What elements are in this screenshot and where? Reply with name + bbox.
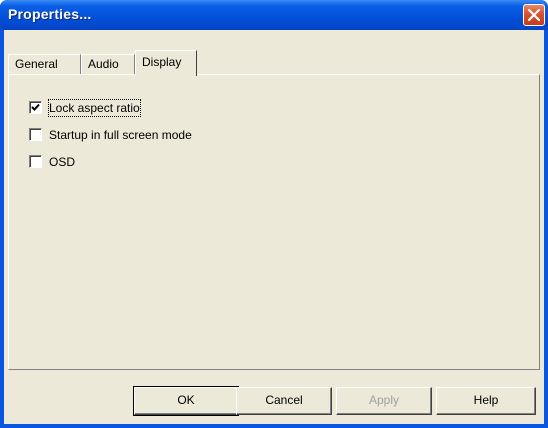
close-icon	[528, 9, 540, 21]
osd-checkbox[interactable]	[29, 155, 42, 168]
checkmark-icon	[31, 103, 40, 111]
tab-display[interactable]: Display	[135, 50, 197, 76]
help-button[interactable]: Help	[436, 387, 536, 415]
startup-full-screen-checkbox[interactable]	[29, 128, 42, 141]
lock-aspect-ratio-checkbox[interactable]	[29, 101, 42, 114]
startup-full-screen-label[interactable]: Startup in full screen mode	[49, 127, 192, 143]
apply-button[interactable]: Apply	[336, 387, 432, 415]
title-bar[interactable]: Properties...	[0, 0, 548, 30]
cancel-button[interactable]: Cancel	[236, 387, 332, 415]
window-title: Properties...	[8, 6, 92, 22]
tab-general[interactable]: General	[8, 54, 81, 74]
osd-label[interactable]: OSD	[49, 154, 75, 170]
ok-button[interactable]: OK	[133, 386, 239, 416]
close-button[interactable]	[523, 4, 545, 26]
tab-general-label: General	[15, 57, 58, 71]
tab-display-label: Display	[142, 55, 182, 69]
lock-aspect-ratio-label[interactable]: Lock aspect ratio	[48, 99, 141, 117]
tab-audio-label: Audio	[88, 57, 119, 71]
properties-dialog: Properties... General Audio Display Lock…	[0, 0, 548, 428]
tab-audio[interactable]: Audio	[81, 54, 135, 74]
display-tab-panel: Lock aspect ratio Startup in full screen…	[8, 74, 540, 370]
dialog-client-area: General Audio Display Lock aspect ratio	[4, 30, 544, 424]
